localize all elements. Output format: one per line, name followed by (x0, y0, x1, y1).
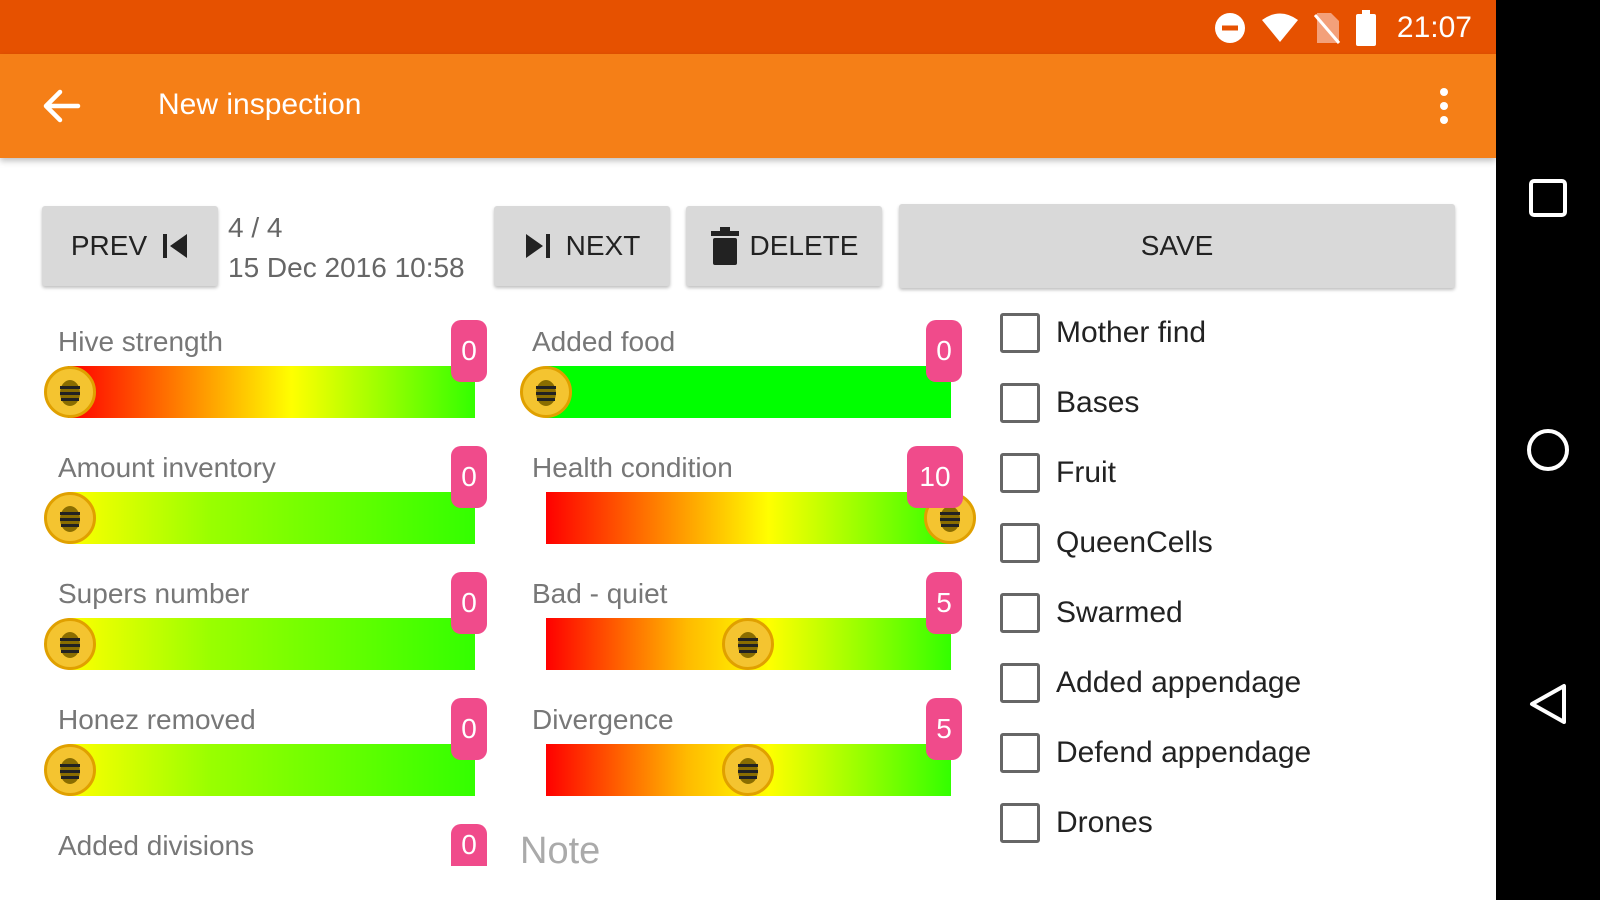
checkbox-label: Mother find (1056, 316, 1207, 349)
checkbox-label: Defend appendage (1056, 736, 1312, 769)
checkbox-drones[interactable]: Drones (1000, 800, 1153, 846)
slider-supers-number[interactable] (68, 618, 475, 670)
checkbox-box[interactable] (1000, 663, 1040, 703)
checkbox-box[interactable] (1000, 313, 1040, 353)
inspection-date: 15 Dec 2016 10:58 (228, 252, 465, 283)
checkbox-label: Bases (1056, 386, 1140, 419)
slider-health-condition[interactable] (546, 492, 951, 544)
slider-value-badge: 0 (451, 572, 487, 634)
checkbox-bases[interactable]: Bases (1000, 380, 1139, 426)
arrow-back-icon[interactable] (38, 82, 86, 130)
slider-added-food[interactable] (546, 366, 951, 418)
checkbox-added-appendage[interactable]: Added appendage (1000, 660, 1301, 706)
checkbox-box[interactable] (1000, 453, 1040, 493)
save-button-label: SAVE (1140, 230, 1214, 261)
checkbox-mother-find[interactable]: Mother find (1000, 310, 1206, 356)
note-field[interactable]: Note (520, 830, 600, 873)
skip-previous-icon (161, 232, 189, 260)
checkbox-label: Fruit (1056, 456, 1116, 489)
slider-honez-removed[interactable] (68, 744, 475, 796)
slider-label-amount-inventory: Amount inventory (58, 452, 276, 483)
inspection-index: 4 / 4 (228, 212, 283, 243)
delete-button-label: DELETE (749, 230, 859, 261)
page-title: New inspection (158, 88, 362, 121)
app-window: 21:07 New inspection PREV 4 / 4 15 Dec 2… (0, 0, 1496, 900)
slider-label-honez-removed: Honez removed (58, 704, 256, 735)
slider-amount-inventory[interactable] (68, 492, 475, 544)
skip-next-icon (524, 232, 552, 260)
prev-button[interactable]: PREV (42, 206, 218, 286)
do-not-disturb-icon (1213, 11, 1247, 45)
bee-thumb-icon[interactable] (520, 366, 572, 418)
checkbox-label: Swarmed (1056, 596, 1183, 629)
save-button[interactable]: SAVE (899, 204, 1455, 288)
slider-value-badge: 5 (926, 572, 962, 634)
no-sim-icon (1313, 11, 1341, 45)
trash-icon (710, 227, 740, 265)
checkbox-box[interactable] (1000, 733, 1040, 773)
bee-thumb-icon[interactable] (722, 744, 774, 796)
bee-thumb-icon[interactable] (44, 366, 96, 418)
checkbox-label: QueenCells (1056, 526, 1213, 559)
checkbox-label: Added appendage (1056, 666, 1302, 699)
slider-value-badge: 10 (907, 446, 963, 508)
checkbox-box[interactable] (1000, 593, 1040, 633)
wifi-icon (1261, 13, 1299, 43)
battery-icon (1355, 10, 1377, 46)
slider-value-badge: 0 (451, 446, 487, 508)
slider-label-divergence: Divergence (532, 704, 674, 735)
slider-value-badge: 0 (451, 824, 487, 866)
checkbox-label: Drones (1056, 806, 1153, 839)
slider-label-bad-quiet: Bad - quiet (532, 578, 668, 609)
slider-label-added-divisions: Added divisions (58, 830, 255, 861)
delete-button[interactable]: DELETE (686, 206, 882, 286)
slider-value-badge: 5 (926, 698, 962, 760)
system-nav-bar (1496, 0, 1600, 900)
slider-label-health-condition: Health condition (532, 452, 733, 483)
bee-thumb-icon[interactable] (44, 744, 96, 796)
slider-label-hive-strength: Hive strength (58, 326, 223, 357)
slider-value-badge: 0 (451, 698, 487, 760)
slider-label-added-food: Added food (532, 326, 676, 357)
checkbox-swarmed[interactable]: Swarmed (1000, 590, 1183, 636)
status-time: 21:07 (1396, 11, 1472, 44)
checkbox-queencells[interactable]: QueenCells (1000, 520, 1213, 566)
home-icon[interactable] (1522, 424, 1574, 476)
slider-hive-strength[interactable] (68, 366, 475, 418)
checkbox-box[interactable] (1000, 803, 1040, 843)
checkbox-box[interactable] (1000, 383, 1040, 423)
slider-value-badge: 0 (926, 320, 962, 382)
slider-value-badge: 0 (451, 320, 487, 382)
slider-label-supers-number: Supers number (58, 578, 250, 609)
next-button-label: NEXT (565, 230, 641, 261)
bee-thumb-icon[interactable] (44, 492, 96, 544)
app-toolbar: New inspection (0, 54, 1496, 158)
recents-icon[interactable] (1522, 172, 1574, 224)
status-bar: 21:07 (0, 0, 1496, 54)
back-nav-icon[interactable] (1522, 678, 1574, 730)
checkbox-fruit[interactable]: Fruit (1000, 450, 1116, 496)
next-button[interactable]: NEXT (494, 206, 670, 286)
more-vert-icon[interactable] (1432, 82, 1456, 130)
prev-button-label: PREV (70, 230, 148, 261)
checkbox-box[interactable] (1000, 523, 1040, 563)
checkbox-defend-appendage[interactable]: Defend appendage (1000, 730, 1311, 776)
bee-thumb-icon[interactable] (722, 618, 774, 670)
bee-thumb-icon[interactable] (44, 618, 96, 670)
inspection-counter: 4 / 4 15 Dec 2016 10:58 (228, 208, 465, 288)
